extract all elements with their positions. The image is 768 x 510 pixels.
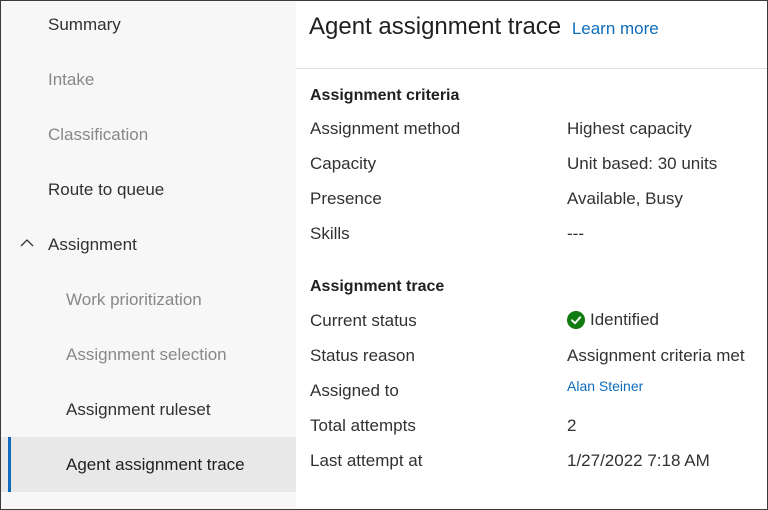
- assignment-trace-heading: Assignment trace: [310, 278, 445, 295]
- checkmark-circle-icon: [567, 311, 585, 329]
- assignment-criteria-heading: Assignment criteria: [310, 87, 460, 104]
- field-label: Capacity: [310, 154, 377, 173]
- sidebar-item-label: Classification: [48, 124, 149, 144]
- sidebar-item-label: Route to queue: [48, 179, 165, 199]
- field-label: Assignment method: [310, 119, 461, 138]
- field-value: Available, Busy: [567, 189, 683, 208]
- learn-more-link[interactable]: Learn more: [572, 19, 659, 38]
- criteria-row-method: Assignment method Highest capacity: [310, 119, 767, 143]
- trace-row-last-attempt: Last attempt at 1/27/2022 7:18 AM: [310, 451, 767, 475]
- field-value: ---: [567, 224, 584, 243]
- sidebar-item-assignment-ruleset[interactable]: Assignment ruleset: [1, 382, 296, 437]
- sidebar-item-label: Assignment ruleset: [66, 399, 211, 419]
- trace-row-current-status: Current status Identified: [310, 310, 767, 335]
- assignment-trace-panel: Summary Intake Classification Route to q…: [0, 0, 768, 510]
- selection-indicator: [8, 437, 11, 492]
- sidebar-item-classification: Classification: [1, 107, 296, 162]
- criteria-row-capacity: Capacity Unit based: 30 units: [310, 154, 767, 178]
- sidebar-item-intake: Intake: [1, 52, 296, 107]
- sidebar-item-assignment-selection: Assignment selection: [1, 327, 296, 382]
- page-title: Agent assignment trace: [309, 13, 562, 40]
- field-value: Assignment criteria met: [567, 346, 745, 365]
- sidebar-item-work-prioritization: Work prioritization: [1, 272, 296, 327]
- sidebar-item-label: Assignment: [48, 234, 137, 254]
- field-value: Highest capacity: [567, 119, 692, 138]
- sidebar-nav: Summary Intake Classification Route to q…: [1, 1, 296, 509]
- sidebar-item-agent-assignment-trace[interactable]: Agent assignment trace: [1, 437, 296, 492]
- criteria-row-presence: Presence Available, Busy: [310, 189, 767, 213]
- trace-row-total-attempts: Total attempts 2: [310, 416, 767, 440]
- trace-row-status-reason: Status reason Assignment criteria met: [310, 346, 767, 370]
- assigned-agent-link[interactable]: Alan Steiner: [567, 378, 643, 394]
- field-label: Total attempts: [310, 416, 416, 435]
- field-label: Skills: [310, 224, 350, 243]
- page-title-row: Agent assignment trace Learn more: [309, 13, 659, 41]
- status-text: Identified: [590, 310, 659, 329]
- sidebar-item-label: Agent assignment trace: [66, 454, 245, 474]
- field-value: 1/27/2022 7:18 AM: [567, 451, 710, 470]
- trace-row-assigned-to: Assigned to Alan Steiner: [310, 378, 767, 405]
- header-divider: [296, 68, 767, 69]
- chevron-up-icon[interactable]: [20, 236, 34, 250]
- sidebar-item-route-to-queue[interactable]: Route to queue: [1, 162, 296, 217]
- field-value: Unit based: 30 units: [567, 154, 718, 173]
- field-label: Current status: [310, 311, 417, 330]
- status-value: Identified: [567, 310, 659, 330]
- criteria-row-skills: Skills ---: [310, 224, 767, 248]
- sidebar-item-summary[interactable]: Summary: [1, 1, 296, 52]
- field-label: Assigned to: [310, 381, 399, 400]
- main-content: Agent assignment trace Learn more Assign…: [296, 1, 767, 509]
- sidebar-item-label: Summary: [48, 14, 121, 34]
- sidebar-item-label: Intake: [48, 69, 95, 89]
- sidebar-item-assignment[interactable]: Assignment: [1, 217, 296, 272]
- sidebar-item-label: Work prioritization: [66, 289, 202, 309]
- field-value: 2: [567, 416, 577, 435]
- field-label: Presence: [310, 189, 382, 208]
- field-label: Last attempt at: [310, 451, 423, 470]
- sidebar-item-label: Assignment selection: [66, 344, 227, 364]
- field-label: Status reason: [310, 346, 415, 365]
